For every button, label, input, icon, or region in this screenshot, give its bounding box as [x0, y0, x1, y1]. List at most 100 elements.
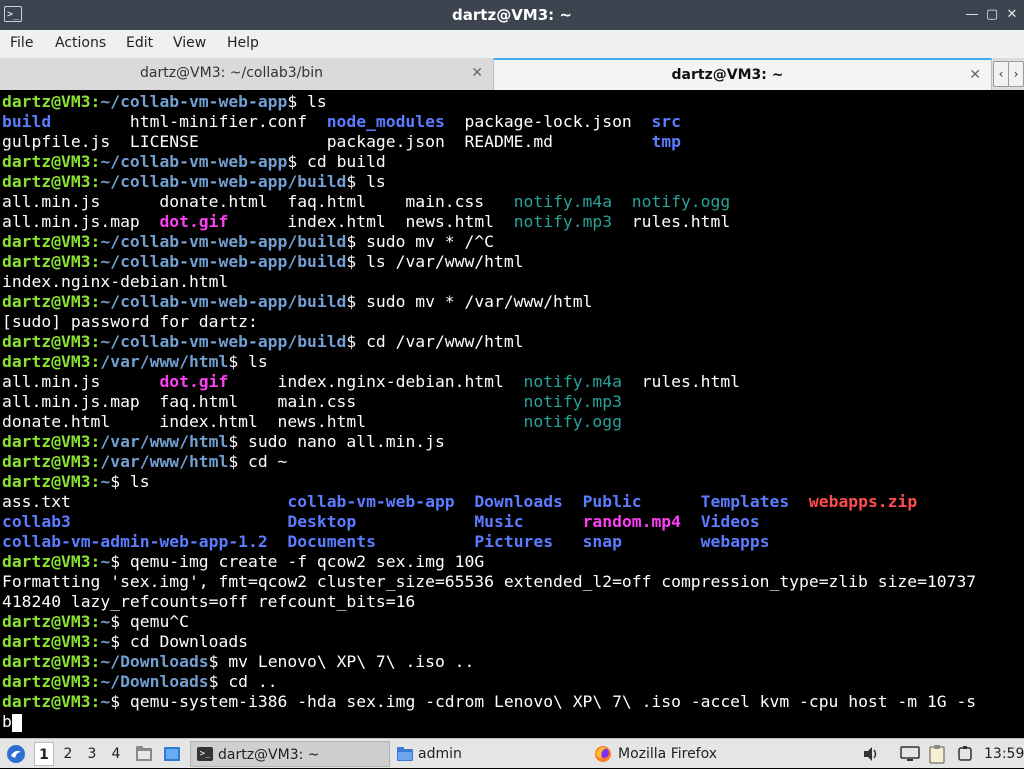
clock: 13:59: [984, 746, 1024, 762]
output-segment: [sudo] password for dartz:: [2, 312, 258, 331]
output-segment: $ ls: [110, 472, 150, 491]
output-segment: Public: [582, 492, 642, 511]
output-segment: node_modules: [326, 112, 445, 131]
menu-view[interactable]: View: [173, 30, 206, 58]
terminal-line: collab-vm-admin-web-app-1.2 Documents Pi…: [2, 532, 770, 552]
tab-close-icon[interactable]: ✕: [471, 58, 483, 88]
output-segment: all.min.js.map: [2, 212, 160, 231]
output-segment: [789, 492, 809, 511]
terminal-line: dartz@VM3:~/collab-vm-web-app/build$ ls …: [2, 252, 524, 272]
output-segment: notify.ogg: [523, 412, 622, 431]
output-segment: $ cd /var/www/html: [346, 332, 524, 351]
output-segment: Desktop: [287, 512, 357, 531]
prompt-segment: dartz@VM3:: [2, 232, 101, 251]
prompt-segment: ~: [100, 612, 111, 631]
output-segment: collab-vm-web-app: [287, 492, 455, 511]
workspace-2[interactable]: 2: [58, 742, 78, 766]
prompt-segment: dartz@VM3:: [2, 352, 101, 371]
output-segment: Pictures: [474, 532, 554, 551]
output-segment: 418240 lazy_refcounts=off refcount_bits=…: [2, 592, 416, 611]
text-cursor: [11, 713, 22, 732]
output-segment: gulpfile.js LICENSE package.json README.…: [2, 132, 652, 151]
output-segment: $ cd build: [287, 152, 386, 171]
output-segment: build: [2, 112, 52, 131]
output-segment: collab-vm-admin-web-app-1.2: [2, 532, 268, 551]
prompt-segment: ~/collab-vm-web-app/build: [100, 232, 347, 251]
tab-home[interactable]: dartz@VM3: ~ ✕: [494, 58, 992, 90]
file-manager-icon[interactable]: [134, 744, 154, 764]
close-icon[interactable]: ✕: [1002, 5, 1022, 25]
prompt-segment: dartz@VM3:: [2, 612, 101, 631]
terminal-line: Formatting 'sex.img', fmt=qcow2 cluster_…: [2, 572, 976, 592]
output-segment: dot.gif: [159, 372, 229, 391]
terminal-line: dartz@VM3:/var/www/html$ sudo nano all.m…: [2, 432, 445, 452]
output-segment: all.min.js: [2, 372, 160, 391]
window-title: dartz@VM3: ~: [452, 6, 572, 24]
prompt-segment: ~/collab-vm-web-app: [100, 92, 288, 111]
output-segment: $ mv Lenovo\ XP\ 7\ .iso ..: [208, 652, 475, 671]
prompt-segment: dartz@VM3:: [2, 172, 101, 191]
menu-actions[interactable]: Actions: [55, 30, 106, 58]
workspace-4[interactable]: 4: [106, 742, 126, 766]
output-segment: $ sudo mv * /var/www/html: [346, 292, 593, 311]
tab-scroll-left-icon[interactable]: ‹: [993, 61, 1009, 87]
terminal-line: gulpfile.js LICENSE package.json README.…: [2, 132, 681, 152]
terminal-line: ass.txt collab-vm-web-app Downloads Publ…: [2, 492, 917, 512]
prompt-segment: dartz@VM3:: [2, 452, 101, 471]
output-segment: html-minifier.conf: [51, 112, 327, 131]
tab-bar: dartz@VM3: ~/collab3/bin ✕ dartz@VM3: ~ …: [0, 58, 1024, 90]
terminal-line: dartz@VM3:~/Downloads$ mv Lenovo\ XP\ 7\…: [2, 652, 474, 672]
display-icon[interactable]: [900, 745, 920, 763]
show-desktop-icon[interactable]: [162, 744, 182, 764]
menu-edit[interactable]: Edit: [126, 30, 153, 58]
output-segment: [268, 532, 288, 551]
minimize-icon[interactable]: —: [962, 5, 982, 25]
task-terminal[interactable]: >_ dartz@VM3: ~: [190, 741, 390, 767]
task-admin[interactable]: admin: [394, 741, 584, 767]
output-segment: [376, 532, 474, 551]
terminal-line: dartz@VM3:~/collab-vm-web-app/build$ ls: [2, 172, 386, 192]
terminal-line: all.min.js.map dot.gif index.html news.h…: [2, 212, 730, 232]
terminal-line: dartz@VM3:/var/www/html$ cd ~: [2, 452, 287, 472]
output-segment: [642, 492, 701, 511]
menu-help[interactable]: Help: [227, 30, 259, 58]
tab-scroll-right-icon[interactable]: ›: [1008, 61, 1024, 87]
maximize-icon[interactable]: ▢: [982, 5, 1002, 25]
prompt-segment: dartz@VM3:: [2, 652, 101, 671]
folder-icon: [397, 747, 413, 761]
output-segment: [524, 512, 583, 531]
volume-icon[interactable]: [862, 745, 880, 763]
tab-collab3-bin[interactable]: dartz@VM3: ~/collab3/bin ✕: [0, 58, 494, 90]
output-segment: all.min.js.map faq.html main.css: [2, 392, 524, 411]
output-segment: notify.m4a: [523, 372, 622, 391]
output-segment: package-lock.json: [444, 112, 652, 131]
output-segment: webapps: [700, 532, 770, 551]
output-segment: notify.mp3: [523, 392, 622, 411]
power-icon[interactable]: [956, 745, 974, 763]
menu-file[interactable]: File: [10, 30, 33, 58]
task-firefox[interactable]: Mozilla Firefox: [592, 741, 792, 767]
output-segment: rules.html: [612, 212, 731, 231]
terminal-line: dartz@VM3:/var/www/html$ ls: [2, 352, 268, 372]
terminal-icon: >_: [197, 747, 213, 761]
output-segment: [356, 512, 474, 531]
prompt-segment: /var/www/html: [100, 432, 229, 451]
output-segment: [622, 532, 701, 551]
prompt-segment: /var/www/html: [100, 452, 229, 471]
prompt-segment: dartz@VM3:: [2, 632, 101, 651]
output-segment: src: [651, 112, 681, 131]
tab-close-icon[interactable]: ✕: [969, 60, 981, 90]
title-bar[interactable]: >_ dartz@VM3: ~ — ▢ ✕: [0, 0, 1024, 30]
terminal-line: all.min.js donate.html faq.html main.css…: [2, 192, 730, 212]
prompt-segment: dartz@VM3:: [2, 432, 101, 451]
workspace-1[interactable]: 1: [34, 742, 54, 766]
terminal-output[interactable]: dartz@VM3: ~/collab-vm-web-app $ ls build h…: [0, 92, 1024, 738]
task-label: Mozilla Firefox: [618, 746, 718, 762]
workspace-3[interactable]: 3: [82, 742, 102, 766]
tab-label: dartz@VM3: ~/collab3/bin: [139, 65, 324, 81]
prompt-segment: dartz@VM3:: [2, 692, 101, 711]
prompt-segment: dartz@VM3:: [2, 292, 101, 311]
firefox-icon: [595, 746, 611, 762]
clipboard-icon[interactable]: [928, 744, 946, 764]
app-menu-icon[interactable]: [6, 744, 26, 764]
